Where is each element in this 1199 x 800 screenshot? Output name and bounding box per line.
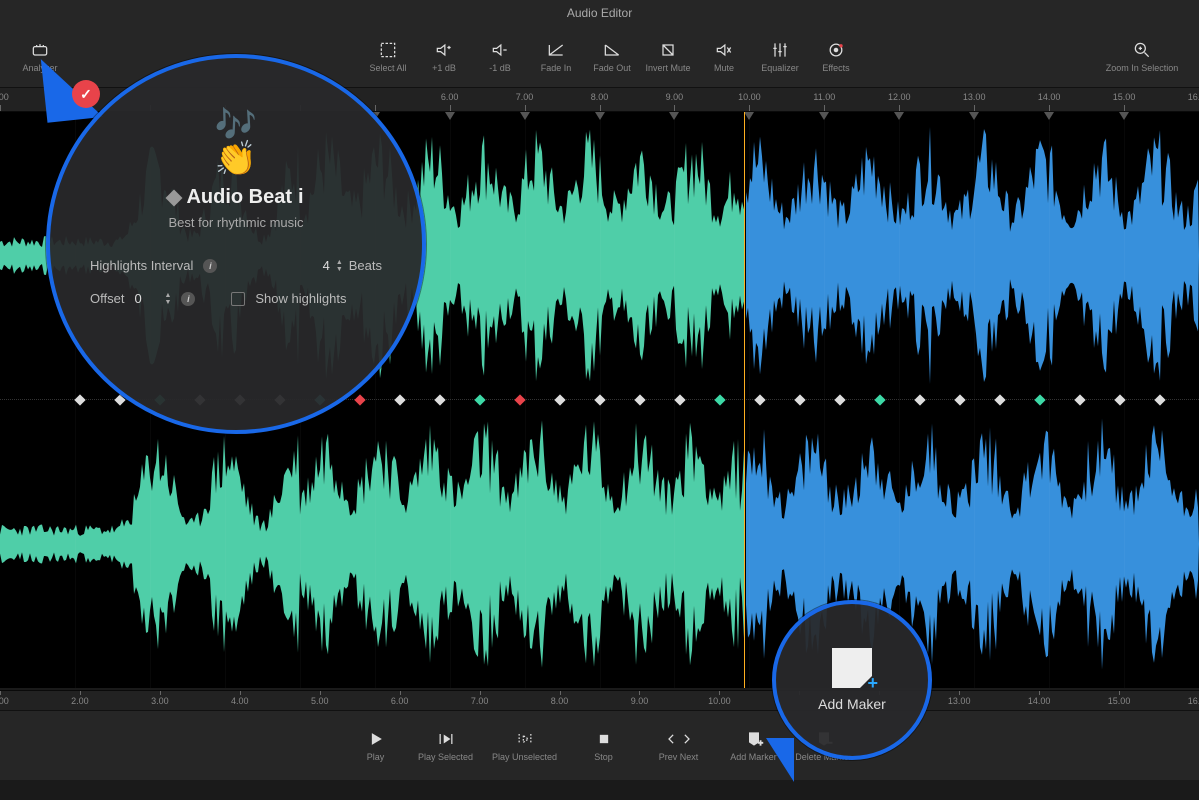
app-title: Audio Editor (567, 6, 632, 20)
prev-next-button[interactable]: Prev Next (643, 718, 715, 774)
check-badge-icon: ✓ (72, 80, 100, 108)
svg-text:+: + (758, 738, 763, 748)
play-selected-button[interactable]: Play Selected (415, 718, 477, 774)
volume-up-icon (434, 39, 454, 61)
ruler-bottom[interactable]: 1.002.003.004.005.006.007.008.009.0010.0… (0, 690, 1199, 710)
show-highlights-checkbox[interactable] (231, 292, 245, 306)
prev-next-icon (664, 729, 694, 749)
equalizer-button[interactable]: Equalizer (752, 29, 808, 85)
fade-in-button[interactable]: Fade In (528, 29, 584, 85)
audio-beat-subtitle: Best for rhythmic music (90, 215, 382, 230)
zoom-icon (1132, 39, 1152, 61)
bottom-toolbar: Play Play Selected Play Unselected Stop … (0, 710, 1199, 780)
volume-down-icon (490, 39, 510, 61)
offset-stepper[interactable]: ▲▼ (164, 292, 171, 306)
invert-mute-button[interactable]: Invert Mute (640, 29, 696, 85)
fade-out-button[interactable]: Fade Out (584, 29, 640, 85)
equalizer-icon (770, 39, 790, 61)
waveform-right-channel (0, 400, 1199, 688)
effects-icon (826, 39, 846, 61)
select-all-button[interactable]: Select All (360, 29, 416, 85)
play-button[interactable]: Play (345, 718, 407, 774)
info-icon[interactable]: i (298, 186, 304, 209)
diamond-icon (166, 189, 183, 206)
add-marker-icon: + (744, 729, 764, 749)
mute-icon (714, 39, 734, 61)
analyzer-callout: ✓ 🎶👏 Audio Beat i Best for rhythmic musi… (46, 54, 426, 434)
effects-button[interactable]: Effects (808, 29, 864, 85)
fade-out-icon (602, 39, 622, 61)
play-icon (366, 729, 386, 749)
info-icon[interactable]: i (181, 292, 195, 306)
add-marker-large-icon: + (832, 648, 872, 688)
minus-db-button[interactable]: -1 dB (472, 29, 528, 85)
audio-beat-icon: 🎶👏 (90, 108, 382, 176)
callout-pointer-small (766, 738, 794, 782)
zoom-selection-button[interactable]: Zoom In Selection (1097, 29, 1187, 85)
fade-in-icon (546, 39, 566, 61)
stop-button[interactable]: Stop (573, 718, 635, 774)
info-icon[interactable]: i (203, 259, 217, 273)
mute-button[interactable]: Mute (696, 29, 752, 85)
offset-value[interactable]: 0 (134, 291, 154, 306)
stop-icon (594, 729, 614, 749)
playhead[interactable] (744, 112, 745, 688)
titlebar: Audio Editor (0, 0, 1199, 26)
play-unselected-icon (515, 729, 535, 749)
play-unselected-button[interactable]: Play Unselected (485, 718, 565, 774)
offset-field: Offset 0 ▲▼ i Show highlights (90, 291, 382, 306)
plus-db-button[interactable]: +1 dB (416, 29, 472, 85)
add-marker-callout: + Add Maker (772, 600, 932, 760)
play-selected-icon (436, 729, 456, 749)
highlights-value[interactable]: 4 (298, 258, 330, 273)
select-all-icon (378, 39, 398, 61)
invert-mute-icon (658, 39, 678, 61)
highlights-interval-field: Highlights Interval i 4 ▲▼ Beats (90, 258, 382, 273)
highlights-stepper[interactable]: ▲▼ (336, 259, 343, 273)
audio-beat-title: Audio Beat i (90, 186, 382, 209)
